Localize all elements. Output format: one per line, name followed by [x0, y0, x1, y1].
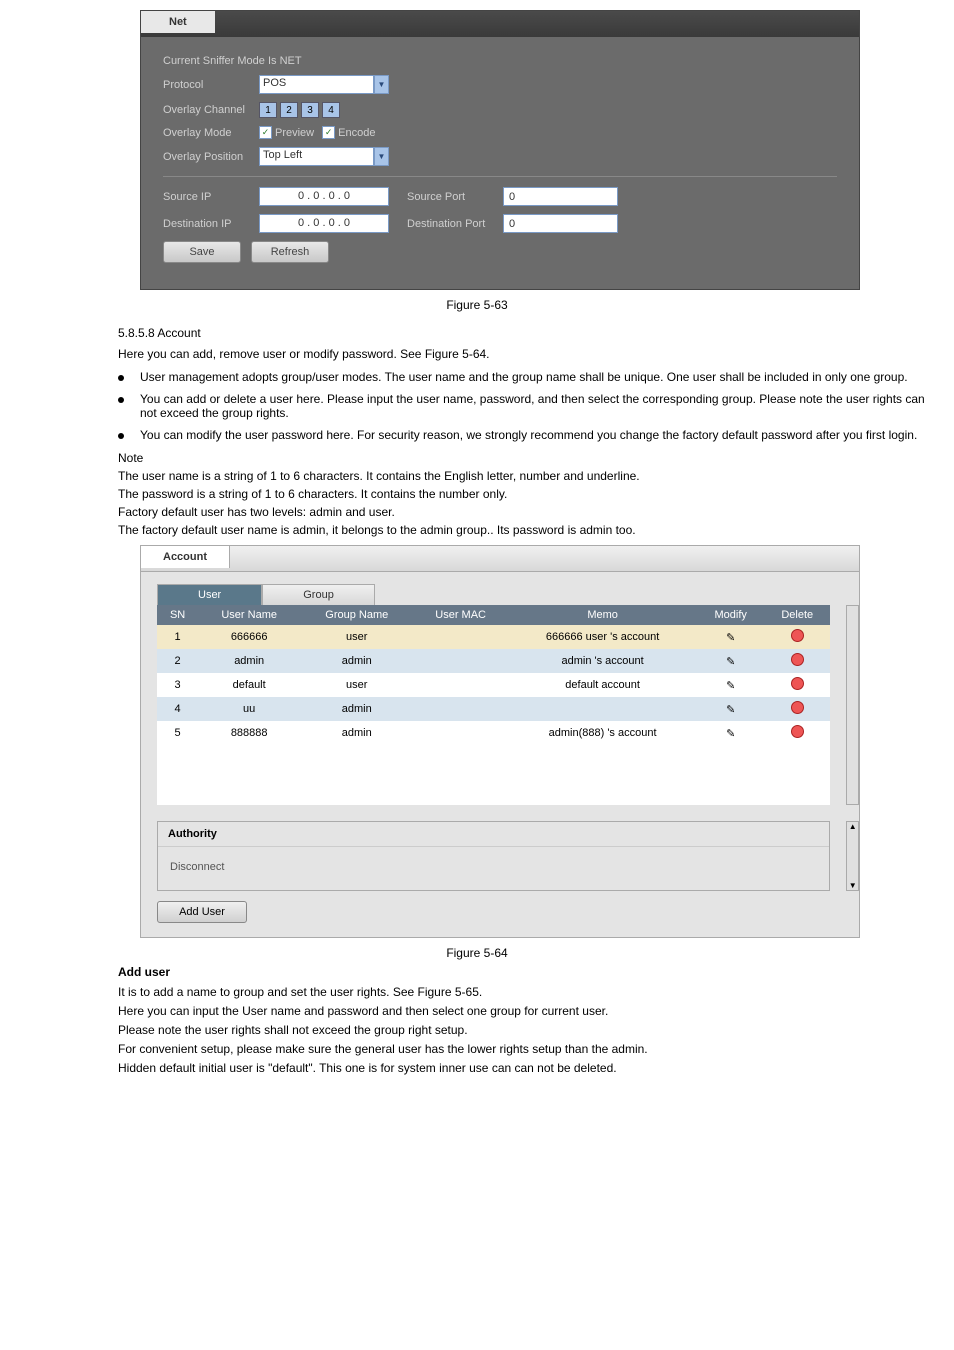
- note-4: The factory default user name is admin, …: [118, 523, 944, 537]
- refresh-button[interactable]: Refresh: [251, 241, 329, 263]
- add-user-text-5: Hidden default initial user is "default"…: [118, 1060, 944, 1076]
- add-user-heading: Add user: [118, 964, 944, 980]
- table-row[interactable]: 4uuadmin✎: [157, 697, 830, 721]
- overlay-position-label: Overlay Position: [163, 151, 259, 163]
- source-ip-input[interactable]: 0 . 0 . 0 . 0: [259, 187, 389, 206]
- add-user-button[interactable]: Add User: [157, 901, 247, 923]
- modify-icon[interactable]: ✎: [725, 655, 737, 667]
- destination-port-label: Destination Port: [407, 218, 503, 230]
- destination-ip-label: Destination IP: [163, 218, 259, 230]
- add-user-text-3: Please note the user rights shall not ex…: [118, 1022, 944, 1038]
- add-user-text: It is to add a name to group and set the…: [118, 984, 944, 1000]
- user-table: SNUser NameGroup NameUser MACMemoModifyD…: [157, 605, 830, 805]
- table-row[interactable]: 3defaultuserdefault account✎: [157, 673, 830, 697]
- delete-icon[interactable]: [791, 653, 804, 666]
- section-heading: 5.8.5.8 Account: [118, 326, 944, 340]
- note-1: The user name is a string of 1 to 6 char…: [118, 469, 944, 483]
- source-port-input[interactable]: [503, 187, 618, 206]
- authority-item: Disconnect: [170, 861, 817, 873]
- tab-user[interactable]: User: [157, 584, 262, 605]
- overlay-position-select[interactable]: Top Left: [259, 147, 374, 166]
- overlay-mode-label: Overlay Mode: [163, 127, 259, 139]
- account-panel: Account UserGroup SNUser NameGroup NameU…: [140, 545, 860, 938]
- dropdown-icon[interactable]: ▼: [374, 75, 389, 94]
- source-ip-label: Source IP: [163, 191, 259, 203]
- delete-icon[interactable]: [791, 701, 804, 714]
- save-button[interactable]: Save: [163, 241, 241, 263]
- channel-2[interactable]: 2: [280, 102, 298, 118]
- modify-icon[interactable]: ✎: [725, 631, 737, 643]
- channel-4[interactable]: 4: [322, 102, 340, 118]
- figure-caption-1: Figure 5-63: [10, 298, 944, 312]
- tabbar: Net: [141, 11, 859, 37]
- tab-net[interactable]: Net: [141, 11, 215, 33]
- note-3: Factory default user has two levels: adm…: [118, 505, 944, 519]
- protocol-label: Protocol: [163, 79, 259, 91]
- authority-heading: Authority: [158, 822, 829, 847]
- bullet-icon: [118, 397, 124, 403]
- encode-checkbox[interactable]: ✓: [322, 126, 335, 139]
- delete-icon[interactable]: [791, 629, 804, 642]
- add-user-text-4: For convenient setup, please make sure t…: [118, 1041, 944, 1057]
- figure-caption-2: Figure 5-64: [10, 946, 944, 960]
- intro-text: Here you can add, remove user or modify …: [118, 346, 944, 362]
- modify-icon[interactable]: ✎: [725, 679, 737, 691]
- bullet-2: You can add or delete a user here. Pleas…: [118, 392, 944, 420]
- modify-icon[interactable]: ✎: [725, 703, 737, 715]
- tab-account[interactable]: Account: [141, 546, 230, 568]
- channel-3[interactable]: 3: [301, 102, 319, 118]
- sniffer-status: Current Sniffer Mode Is NET: [163, 55, 302, 67]
- overlay-channel-label: Overlay Channel: [163, 104, 259, 116]
- modify-icon[interactable]: ✎: [725, 727, 737, 739]
- authority-panel: Authority Disconnect: [157, 821, 830, 891]
- note-2: The password is a string of 1 to 6 chara…: [118, 487, 944, 501]
- channel-1[interactable]: 1: [259, 102, 277, 118]
- bullet-1: User management adopts group/user modes.…: [118, 370, 944, 384]
- preview-checkbox[interactable]: ✓: [259, 126, 272, 139]
- protocol-select[interactable]: POS: [259, 75, 374, 94]
- preview-label: Preview: [275, 127, 314, 139]
- scrollbar[interactable]: [846, 605, 859, 805]
- divider: [163, 176, 837, 177]
- bullet-icon: [118, 433, 124, 439]
- tab-group[interactable]: Group: [262, 584, 375, 605]
- source-port-label: Source Port: [407, 191, 503, 203]
- note-heading: Note: [118, 450, 944, 466]
- delete-icon[interactable]: [791, 725, 804, 738]
- table-row[interactable]: 2adminadminadmin 's account✎: [157, 649, 830, 673]
- table-row[interactable]: 1666666user666666 user 's account✎: [157, 625, 830, 649]
- tabbar: Account: [141, 546, 859, 572]
- dropdown-icon[interactable]: ▼: [374, 147, 389, 166]
- bullet-3: You can modify the user password here. F…: [118, 428, 944, 442]
- table-header: SNUser NameGroup NameUser MACMemoModifyD…: [157, 605, 830, 625]
- destination-ip-input[interactable]: 0 . 0 . 0 . 0: [259, 214, 389, 233]
- net-panel: Net Current Sniffer Mode Is NET Protocol…: [140, 10, 860, 290]
- delete-icon[interactable]: [791, 677, 804, 690]
- destination-port-input[interactable]: [503, 214, 618, 233]
- subtabs: UserGroup: [157, 584, 859, 605]
- bullet-icon: [118, 375, 124, 381]
- scrollbar[interactable]: ▲▼: [846, 821, 859, 891]
- encode-label: Encode: [338, 127, 375, 139]
- table-row[interactable]: 5888888adminadmin(888) 's account✎: [157, 721, 830, 745]
- add-user-text-2: Here you can input the User name and pas…: [118, 1003, 944, 1019]
